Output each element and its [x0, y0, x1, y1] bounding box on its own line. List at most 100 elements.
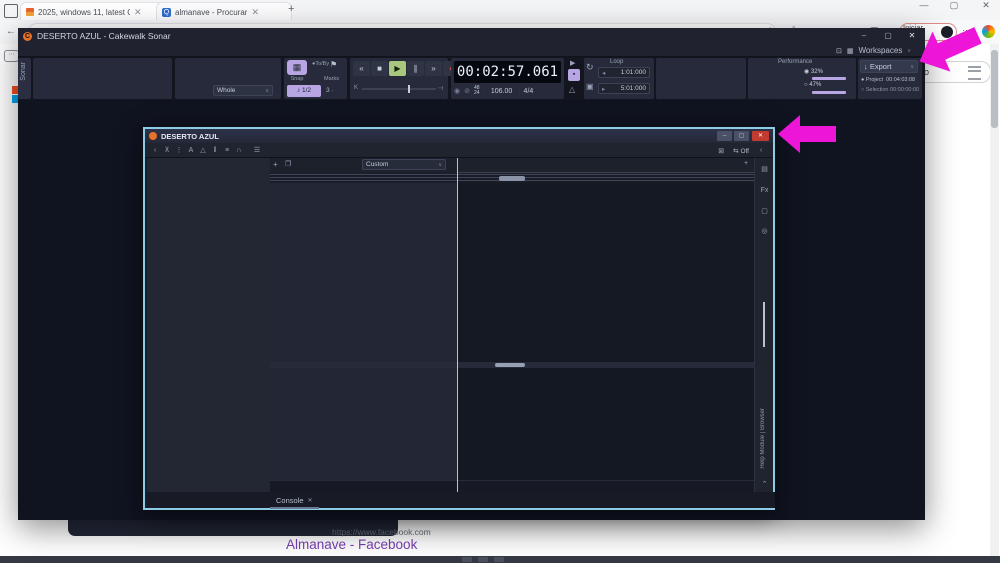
play-button[interactable]: ▶ [389, 61, 406, 76]
marks-icon[interactable]: ⚑ [330, 60, 337, 69]
punch-icon[interactable]: ▣ [586, 82, 594, 91]
midi-input-button[interactable]: ▪ [568, 69, 580, 81]
no-sync-icon[interactable]: ⊘ [464, 87, 470, 95]
metronome-icon[interactable]: △ [569, 85, 575, 94]
transport-slider[interactable] [362, 88, 436, 90]
add-track-icon[interactable]: + [273, 160, 278, 169]
collapse-left-icon[interactable]: ‹ [149, 147, 161, 154]
document-icon[interactable]: ▢ [755, 207, 774, 215]
export-button[interactable]: ↓ Export∨ [860, 60, 918, 73]
browser-tab-1[interactable]: 2025, windows 11, latest Cakewal ✕ [20, 2, 164, 21]
dock-scrollbar[interactable] [763, 302, 765, 347]
app-menu-bar: ⊡ ▦ Workspaces ∨ [18, 44, 925, 57]
loop-start-field[interactable]: ◂1:01:000 [598, 67, 650, 78]
project-title-bar[interactable]: DESERTO AZUL [145, 129, 773, 143]
snap-grid-button[interactable]: ▦ [287, 60, 307, 75]
collapse-right-icon[interactable]: ‹ [755, 147, 767, 154]
tab-close-icon[interactable]: ✕ [134, 7, 142, 18]
project-maximize-button[interactable]: ▢ [734, 131, 749, 141]
sync-icon[interactable]: ◉ [454, 87, 460, 95]
app-maximize-button[interactable]: ▢ [878, 30, 898, 42]
browser-close-button[interactable]: ✕ [974, 0, 998, 11]
dock-icon[interactable]: ⊡ [836, 47, 842, 55]
tempo-value[interactable]: 106.00 [484, 88, 520, 95]
options-dots-icon[interactable]: ⋮ [173, 146, 185, 154]
browser-maximize-button[interactable]: ▢ [942, 0, 966, 11]
page-scrollbar[interactable] [990, 44, 999, 556]
sonar-logo-icon: C [23, 32, 32, 41]
filter-icon[interactable]: ☰ [251, 146, 263, 154]
transport-module: « ■ ▶ ∥ » ● K ⊣ [350, 58, 448, 99]
clips-pane [457, 183, 754, 362]
annotation-arrow-project-close [776, 113, 838, 155]
disk-meter-bar [812, 91, 846, 94]
sidebar-chat-icon[interactable]: ⋯ [4, 50, 19, 62]
loop-end-field[interactable]: ▸5:01:000 [598, 83, 650, 94]
timeline-ruler[interactable] [457, 158, 754, 173]
horizontal-scrollbar-thumb[interactable] [495, 363, 525, 367]
monitor-icon[interactable]: ∩ [233, 147, 245, 154]
metronome-icon[interactable]: △ [197, 146, 209, 154]
result-link[interactable]: Almanave - Facebook [286, 537, 417, 552]
duplicate-icon[interactable]: ❐ [285, 160, 291, 168]
help-browser-vertical-label[interactable]: Help Module | Browser [760, 408, 766, 469]
zoom-sync-toggle[interactable]: ⇆ Off [733, 147, 749, 155]
folder-icon[interactable]: ▤ [755, 165, 774, 173]
loop-label: Loop [610, 59, 623, 65]
loop-module: ↻ ▣ Loop ◂1:01:000 ▸5:01:000 [584, 58, 654, 99]
auto-track-icon[interactable]: A [185, 147, 197, 154]
time-module: 00:02:57.061 ◉ ⊘ 4824 106.00 4/4 [451, 58, 564, 99]
list-icon[interactable]: ≡ [221, 147, 233, 154]
export-project-row[interactable]: ● Project 00:04:03:08 [861, 77, 915, 83]
inspector-panel [147, 158, 270, 492]
snap-count[interactable]: 3 · [326, 87, 334, 94]
console-tab[interactable]: Console ✕ [270, 493, 319, 509]
right-dock-strip: ▤ Fx ▢ ◎ Help Module | Browser ⌃ [754, 158, 773, 492]
dock-icon[interactable]: ⊼ [161, 146, 173, 154]
mini-play-icon[interactable]: ▶ [570, 59, 575, 67]
result-url: https://www.facebook.com [332, 527, 431, 537]
time-display[interactable]: 00:02:57.061 [454, 61, 561, 83]
tab2-favicon: Q [162, 8, 171, 17]
stop-button[interactable]: ■ [371, 61, 388, 76]
ruler-plus-icon[interactable]: + [744, 160, 748, 167]
app-minimize-button[interactable]: – [854, 30, 874, 42]
help-icon[interactable]: ◎ [755, 227, 774, 235]
scrollbar-thumb[interactable] [991, 50, 998, 128]
fast-forward-button[interactable]: » [425, 61, 442, 76]
sample-rate-bitdepth[interactable]: 4824 [474, 86, 480, 96]
fx-icon[interactable]: Fx [755, 187, 774, 194]
sonar-side-tab[interactable]: Sonar [18, 58, 31, 99]
snap-to-by-toggle[interactable]: ●To/By [312, 61, 329, 67]
meter-icon[interactable]: ‖ [209, 147, 221, 154]
time-signature[interactable]: 4/4 [524, 88, 534, 95]
tab-overview-icon[interactable] [4, 4, 18, 18]
rewind-button[interactable]: « [353, 61, 370, 76]
app-title-bar[interactable]: C DESERTO AZUL - Cakewalk Sonar [18, 28, 925, 44]
pause-button[interactable]: ∥ [407, 61, 424, 76]
chevron-up-icon[interactable]: ⌃ [755, 480, 774, 488]
browser-minimize-button[interactable]: — [912, 0, 936, 10]
new-tab-button[interactable]: + [288, 3, 294, 15]
project-window: DESERTO AZUL – ▢ ✕ ‹ ⊼ ⋮ A △ ‖ ≡ ∩ ☰ ⊠ ⇆… [143, 127, 775, 510]
browser-tab-2[interactable]: Q almanave - Procurar ✕ [156, 2, 292, 21]
track-control-preset-dropdown[interactable]: Custom∨ [362, 159, 446, 170]
loop-icon[interactable]: ↻ [586, 62, 594, 73]
export-module: ↓ Export∨ ● Project 00:04:03:08 ○ Select… [858, 58, 922, 99]
export-selection-row[interactable]: ○ Selection 00:00:00:00 [861, 87, 919, 93]
crossfade-icon[interactable]: ⊠ [715, 147, 727, 155]
project-close-button[interactable]: ✕ [752, 131, 769, 141]
chevron-down-icon[interactable]: ∨ [907, 48, 911, 54]
taskbar[interactable] [0, 556, 1000, 563]
snap-module: ▦ Snap ●To/By ⚑ Marks ♪ 1/2 3 · [284, 58, 347, 99]
zoom-range-indicator[interactable] [499, 176, 525, 181]
tab-close-icon[interactable]: ✕ [251, 7, 259, 18]
slider-thumb[interactable] [408, 85, 410, 93]
tool-resolution-dropdown[interactable]: Whole∨ [213, 85, 273, 96]
back-icon[interactable]: ← [6, 26, 16, 37]
console-close-icon[interactable]: ✕ [308, 497, 313, 504]
cpu-meter: ◉ 32% [804, 68, 823, 75]
workspaces-label[interactable]: Workspaces [858, 46, 902, 55]
project-minimize-button[interactable]: – [717, 131, 732, 141]
snap-value-button[interactable]: ♪ 1/2 [287, 85, 321, 97]
